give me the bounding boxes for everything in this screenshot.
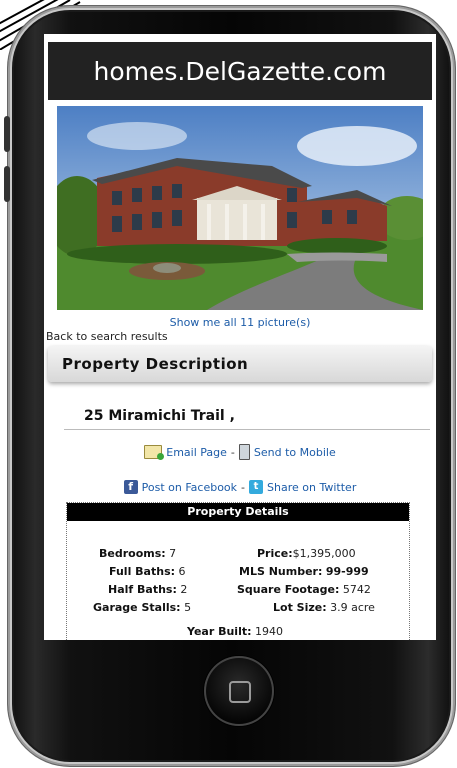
twitter-icon[interactable]: t bbox=[249, 480, 264, 494]
back-to-results-link[interactable]: Back to search results bbox=[46, 330, 168, 343]
bedrooms-value: 7 bbox=[169, 547, 177, 560]
price-label: Price: bbox=[257, 547, 293, 560]
price-row: Price:$1,395,000 bbox=[257, 547, 356, 560]
square-footage-label: Square Footage: bbox=[237, 583, 340, 596]
mobile-icon[interactable] bbox=[238, 444, 250, 460]
price-value: $1,395,000 bbox=[292, 547, 356, 560]
bedrooms-row: Bedrooms: 7 bbox=[99, 547, 176, 560]
garage-stalls-label: Garage Stalls: bbox=[93, 601, 181, 614]
share-row-social: f Post on Facebook - t Share on Twitter bbox=[44, 480, 436, 494]
garage-stalls-value: 5 bbox=[184, 601, 192, 614]
half-baths-label: Half Baths: bbox=[108, 583, 177, 596]
email-icon[interactable] bbox=[144, 445, 165, 460]
show-all-pictures-link[interactable]: Show me all 11 picture(s) bbox=[44, 316, 436, 329]
site-header: homes.DelGazette.com bbox=[48, 42, 432, 100]
year-built-value: 1940 bbox=[255, 625, 284, 638]
facebook-icon[interactable]: f bbox=[123, 480, 138, 494]
mls-number-row: MLS Number: 99-999 bbox=[239, 565, 369, 578]
separator: - bbox=[230, 445, 235, 459]
property-description-heading: Property Description bbox=[62, 355, 249, 373]
full-baths-label: Full Baths: bbox=[109, 565, 176, 578]
lot-size-row: Lot Size: 3.9 acre bbox=[273, 601, 375, 614]
mls-number-label: MLS Number: bbox=[239, 565, 323, 578]
square-footage-value: 5742 bbox=[342, 583, 371, 596]
property-address: 25 Miramichi Trail , bbox=[84, 408, 235, 424]
property-details-table: Property Details Bedrooms: 7 Full Baths:… bbox=[66, 502, 410, 640]
property-details-heading: Property Details bbox=[67, 503, 409, 521]
home-button[interactable] bbox=[204, 656, 274, 726]
full-baths-value: 6 bbox=[178, 565, 186, 578]
half-baths-value: 2 bbox=[180, 583, 188, 596]
phone-screen: homes.DelGazette.com Show me all 11 pict… bbox=[44, 34, 436, 640]
year-built-label: Year Built: bbox=[187, 625, 252, 638]
volume-down-button bbox=[4, 166, 10, 202]
year-built-row: Year Built: 1940 bbox=[187, 625, 283, 638]
separator: - bbox=[241, 480, 246, 494]
mls-number-value: 99-999 bbox=[325, 565, 369, 578]
share-row-email: Email Page - Send to Mobile bbox=[44, 444, 436, 460]
site-title[interactable]: homes.DelGazette.com bbox=[94, 57, 387, 86]
divider bbox=[64, 429, 430, 430]
garage-stalls-row: Garage Stalls: 5 bbox=[93, 601, 191, 614]
email-page-link[interactable]: Email Page bbox=[166, 446, 227, 459]
home-button-icon bbox=[229, 681, 251, 703]
half-baths-row: Half Baths: 2 bbox=[108, 583, 187, 596]
square-footage-row: Square Footage: 5742 bbox=[237, 583, 371, 596]
twitter-link[interactable]: Share on Twitter bbox=[267, 481, 356, 494]
send-to-mobile-link[interactable]: Send to Mobile bbox=[254, 446, 336, 459]
full-baths-row: Full Baths: 6 bbox=[109, 565, 186, 578]
lot-size-value: 3.9 acre bbox=[330, 601, 375, 614]
property-photo[interactable] bbox=[57, 106, 423, 310]
facebook-link[interactable]: Post on Facebook bbox=[142, 481, 237, 494]
lot-size-label: Lot Size: bbox=[273, 601, 327, 614]
phone-bottom-bezel bbox=[44, 640, 436, 740]
bedrooms-label: Bedrooms: bbox=[99, 547, 166, 560]
property-description-bar[interactable]: Property Description bbox=[48, 346, 432, 382]
volume-up-button bbox=[4, 116, 10, 152]
